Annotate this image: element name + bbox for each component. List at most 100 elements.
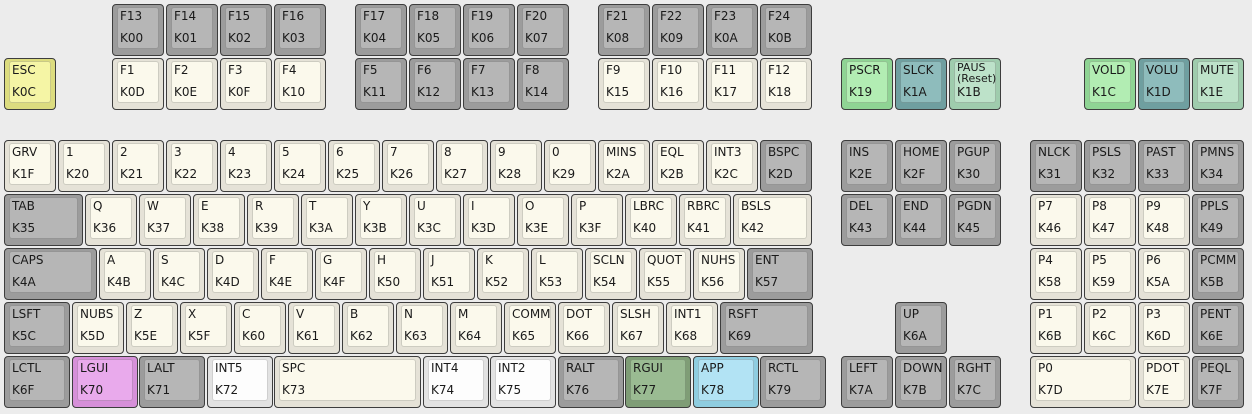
key-vold[interactable]: VOLD K1C (1084, 58, 1136, 110)
key-f22[interactable]: F22 K09 (652, 4, 704, 56)
key-0[interactable]: 0 K29 (544, 140, 596, 192)
key-lctl[interactable]: LCTL K6F (4, 356, 70, 408)
key-9[interactable]: 9 K28 (490, 140, 542, 192)
key-f23[interactable]: F23 K0A (706, 4, 758, 56)
key-rbrc[interactable]: RBRC K41 (679, 194, 731, 246)
key-4[interactable]: 4 K23 (220, 140, 272, 192)
key-del[interactable]: DEL K43 (841, 194, 893, 246)
key-nubs[interactable]: NUBS K5D (72, 302, 124, 354)
key-z[interactable]: Z K5E (126, 302, 178, 354)
key-int4[interactable]: INT4 K74 (423, 356, 489, 408)
key-eql[interactable]: EQL K2B (652, 140, 704, 192)
key-f18[interactable]: F18 K05 (409, 4, 461, 56)
key-nuhs[interactable]: NUHS K56 (693, 248, 745, 300)
key-paus[interactable]: PAUS (Reset) K1B (949, 58, 1001, 110)
key-rgui[interactable]: RGUI K77 (625, 356, 691, 408)
key-f9[interactable]: F9 K15 (598, 58, 650, 110)
key-p8[interactable]: P8 K47 (1084, 194, 1136, 246)
key-f4[interactable]: F4 K10 (274, 58, 326, 110)
key-end[interactable]: END K44 (895, 194, 947, 246)
key-q[interactable]: Q K36 (85, 194, 137, 246)
key-n[interactable]: N K63 (396, 302, 448, 354)
key-h[interactable]: H K50 (369, 248, 421, 300)
key-psls[interactable]: PSLS K32 (1084, 140, 1136, 192)
key-s[interactable]: S K4C (153, 248, 205, 300)
key-f13[interactable]: F13 K00 (112, 4, 164, 56)
key-int5[interactable]: INT5 K72 (207, 356, 273, 408)
key-bspc[interactable]: BSPC K2D (760, 140, 812, 192)
key-home[interactable]: HOME K2F (895, 140, 947, 192)
key-f24[interactable]: F24 K0B (760, 4, 812, 56)
key-5[interactable]: 5 K24 (274, 140, 326, 192)
key-2[interactable]: 2 K21 (112, 140, 164, 192)
key-lsft[interactable]: LSFT K5C (4, 302, 70, 354)
key-k[interactable]: K K52 (477, 248, 529, 300)
key-y[interactable]: Y K3B (355, 194, 407, 246)
key-f10[interactable]: F10 K16 (652, 58, 704, 110)
key-7[interactable]: 7 K26 (382, 140, 434, 192)
key-ralt[interactable]: RALT K76 (558, 356, 624, 408)
key-volu[interactable]: VOLU K1D (1138, 58, 1190, 110)
key-6[interactable]: 6 K25 (328, 140, 380, 192)
key-p0[interactable]: P0 K7D (1030, 356, 1136, 408)
key-d[interactable]: D K4D (207, 248, 259, 300)
key-p[interactable]: P K3F (571, 194, 623, 246)
key-8[interactable]: 8 K27 (436, 140, 488, 192)
key-f1[interactable]: F1 K0D (112, 58, 164, 110)
key-f17[interactable]: F17 K04 (355, 4, 407, 56)
key-int2[interactable]: INT2 K75 (490, 356, 556, 408)
key-rsft[interactable]: RSFT K69 (720, 302, 813, 354)
key-app[interactable]: APP K78 (693, 356, 759, 408)
key-3[interactable]: 3 K22 (166, 140, 218, 192)
key-ppls[interactable]: PPLS K49 (1192, 194, 1244, 246)
key-r[interactable]: R K39 (247, 194, 299, 246)
key-lbrc[interactable]: LBRC K40 (625, 194, 677, 246)
key-p2[interactable]: P2 K6C (1084, 302, 1136, 354)
key-f12[interactable]: F12 K18 (760, 58, 812, 110)
key-p5[interactable]: P5 K59 (1084, 248, 1136, 300)
key-f15[interactable]: F15 K02 (220, 4, 272, 56)
key-f19[interactable]: F19 K06 (463, 4, 515, 56)
key-b[interactable]: B K62 (342, 302, 394, 354)
key-p3[interactable]: P3 K6D (1138, 302, 1190, 354)
key-pcmm[interactable]: PCMM K5B (1192, 248, 1244, 300)
key-f[interactable]: F K4E (261, 248, 313, 300)
key-g[interactable]: G K4F (315, 248, 367, 300)
key-int1[interactable]: INT1 K68 (666, 302, 718, 354)
key-f3[interactable]: F3 K0F (220, 58, 272, 110)
key-pgup[interactable]: PGUP K30 (949, 140, 1001, 192)
key-esc[interactable]: ESC K0C (4, 58, 56, 110)
key-m[interactable]: M K64 (450, 302, 502, 354)
key-f21[interactable]: F21 K08 (598, 4, 650, 56)
key-v[interactable]: V K61 (288, 302, 340, 354)
key-pent[interactable]: PENT K6E (1192, 302, 1244, 354)
key-f16[interactable]: F16 K03 (274, 4, 326, 56)
key-ins[interactable]: INS K2E (841, 140, 893, 192)
key-u[interactable]: U K3C (409, 194, 461, 246)
key-up[interactable]: UP K6A (895, 302, 947, 354)
key-p4[interactable]: P4 K58 (1030, 248, 1082, 300)
key-i[interactable]: I K3D (463, 194, 515, 246)
key-quot[interactable]: QUOT K55 (639, 248, 691, 300)
key-bsls[interactable]: BSLS K42 (733, 194, 812, 246)
key-down[interactable]: DOWN K7B (895, 356, 947, 408)
key-left[interactable]: LEFT K7A (841, 356, 893, 408)
key-ent[interactable]: ENT K57 (747, 248, 813, 300)
key-tab[interactable]: TAB K35 (4, 194, 83, 246)
key-spc[interactable]: SPC K73 (274, 356, 421, 408)
key-dot[interactable]: DOT K66 (558, 302, 610, 354)
key-f14[interactable]: F14 K01 (166, 4, 218, 56)
key-caps[interactable]: CAPS K4A (4, 248, 97, 300)
key-j[interactable]: J K51 (423, 248, 475, 300)
key-x[interactable]: X K5F (180, 302, 232, 354)
key-past[interactable]: PAST K33 (1138, 140, 1190, 192)
key-mute[interactable]: MUTE K1E (1192, 58, 1244, 110)
key-f6[interactable]: F6 K12 (409, 58, 461, 110)
key-scln[interactable]: SCLN K54 (585, 248, 637, 300)
key-int3[interactable]: INT3 K2C (706, 140, 758, 192)
key-lalt[interactable]: LALT K71 (139, 356, 205, 408)
key-f7[interactable]: F7 K13 (463, 58, 515, 110)
key-w[interactable]: W K37 (139, 194, 191, 246)
key-p1[interactable]: P1 K6B (1030, 302, 1082, 354)
key-f2[interactable]: F2 K0E (166, 58, 218, 110)
